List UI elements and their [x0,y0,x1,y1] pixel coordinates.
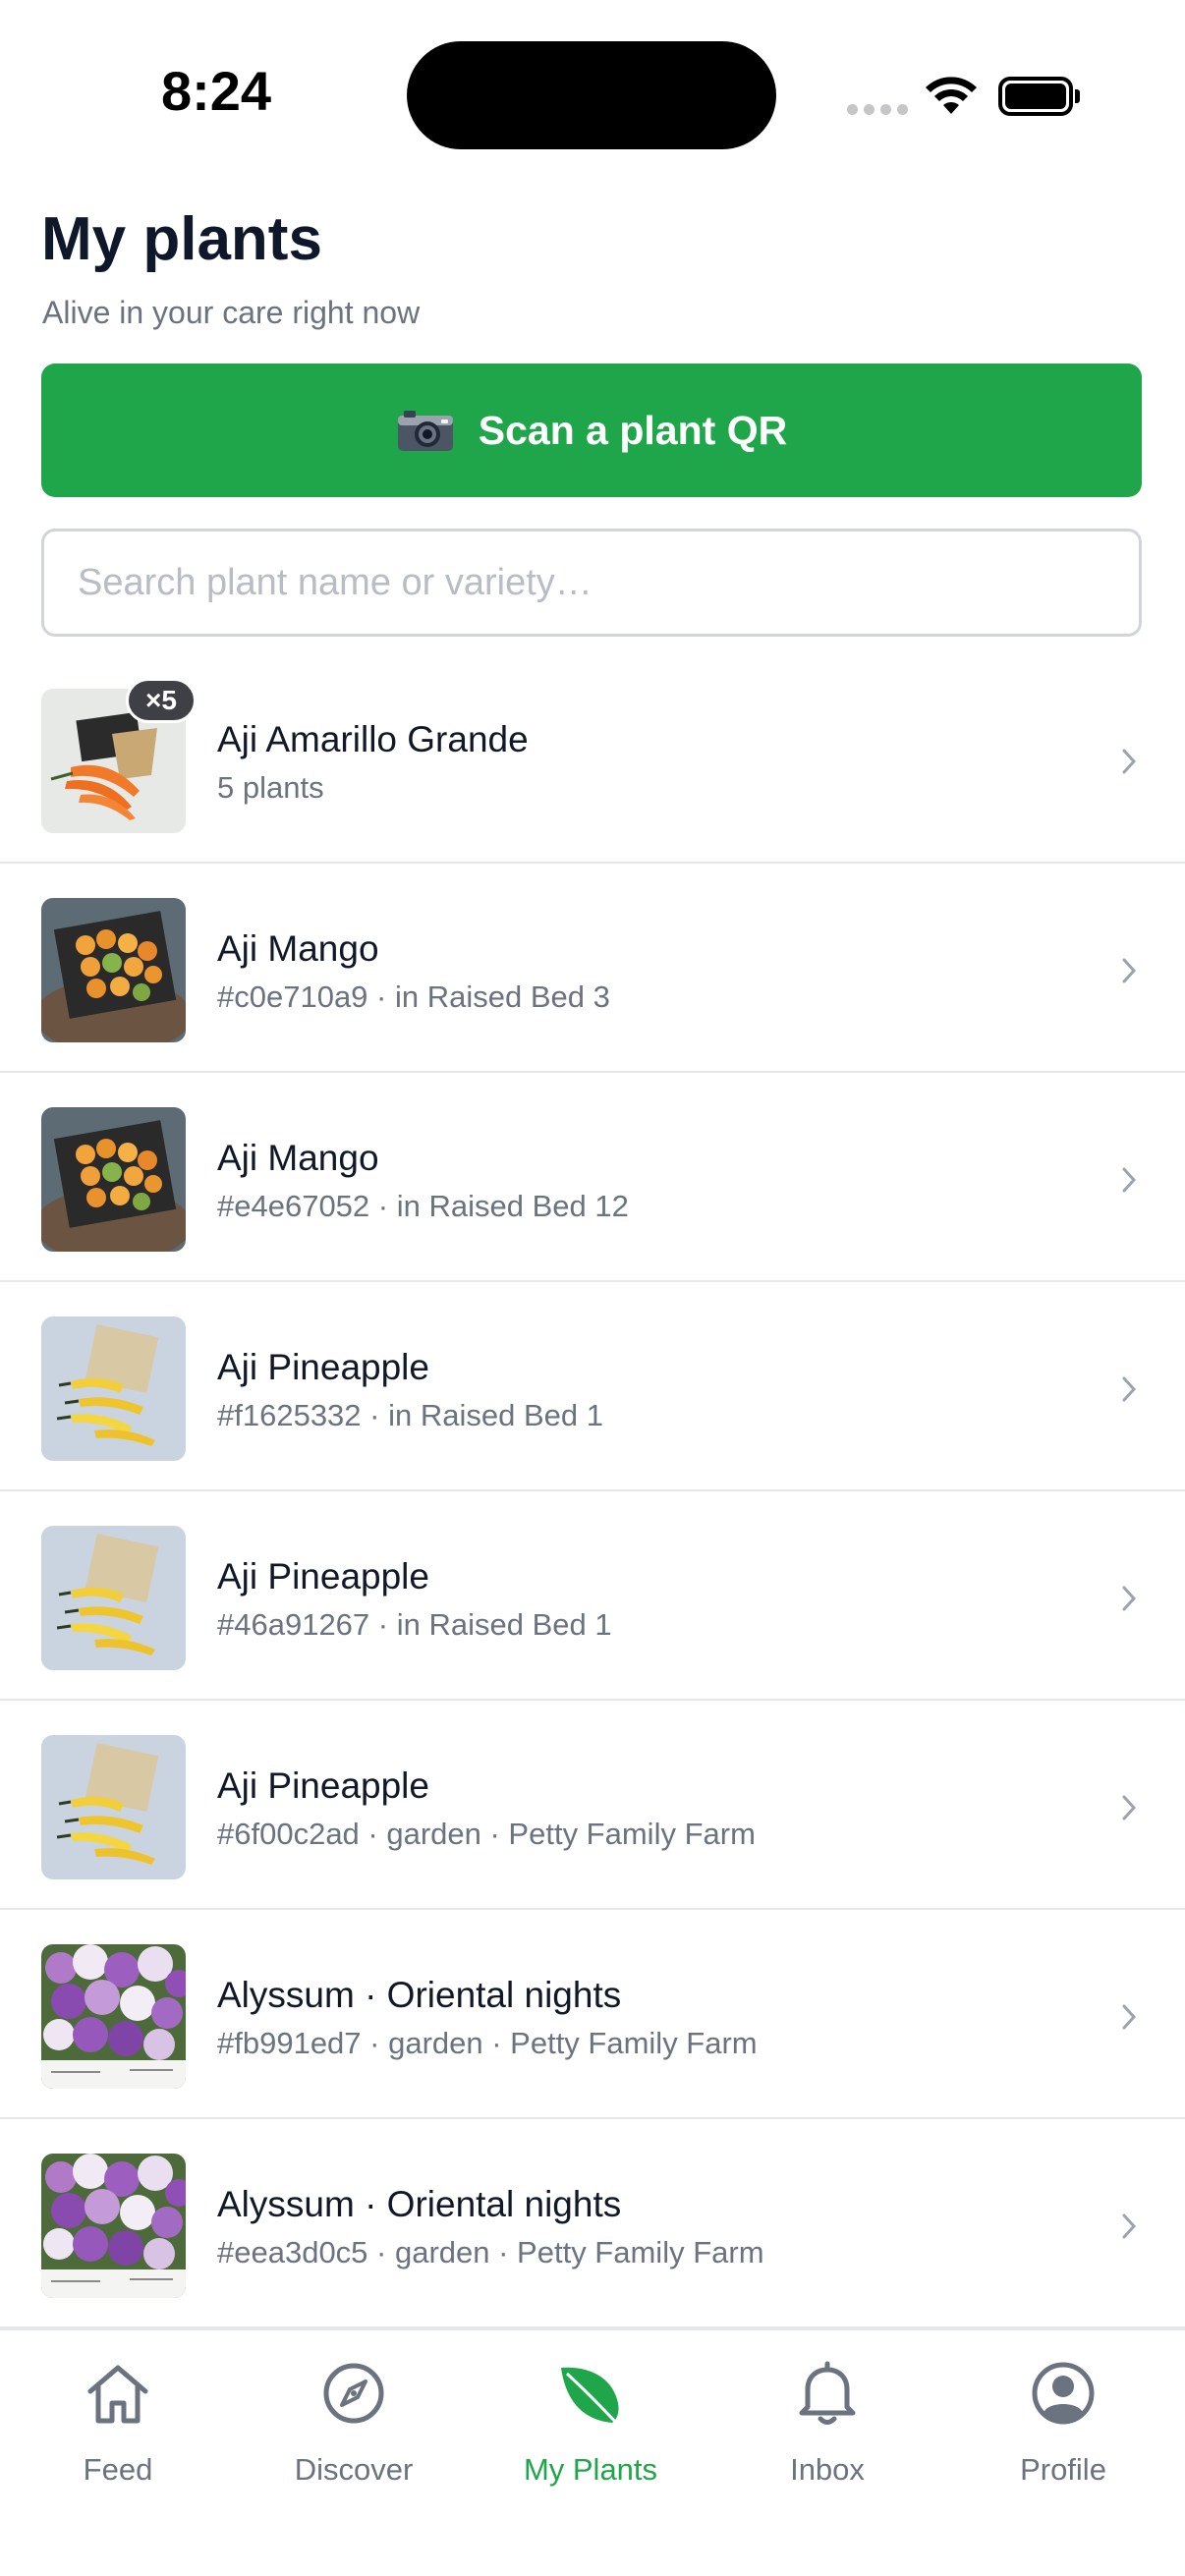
home-icon [87,2365,148,2424]
plant-name: Aji Mango [217,928,379,969]
chevron-right-icon [1122,1376,1137,1402]
plant-thumbnail [41,2154,186,2298]
chevron-right-icon [1122,749,1137,774]
plant-list-item[interactable]: Aji Pineapple #f1625332 · in Raised Bed … [0,1282,1185,1491]
chevron-right-icon [1122,1586,1137,1611]
plant-thumbnail [41,1944,186,2089]
plant-thumbnail [41,1107,186,1252]
compass-icon [323,2363,384,2424]
plant-detail: #6f00c2ad · garden · Petty Family Farm [217,1817,756,1851]
leaf-icon [561,2367,620,2427]
wifi-icon [926,77,977,114]
tab-bar: Feed Discover My Plants Inbox Profile [0,2328,1185,2576]
plant-detail: #e4e67052 · in Raised Bed 12 [217,1189,629,1223]
chevron-right-icon [1122,958,1137,983]
plant-thumbnail [41,1526,186,1670]
camera-icon [397,411,453,451]
tab-discover[interactable]: Discover [255,2350,452,2488]
chevron-right-icon [1122,2213,1137,2239]
plant-list-item[interactable]: Aji Pineapple #6f00c2ad · garden · Petty… [0,1701,1185,1910]
plant-detail: #fb991ed7 · garden · Petty Family Farm [217,2026,758,2060]
plant-thumbnail [41,1316,186,1461]
dynamic-island [407,41,776,149]
plant-list-item[interactable]: Aji Mango #e4e67052 · in Raised Bed 12 [0,1073,1185,1282]
plant-detail: #46a91267 · in Raised Bed 1 [217,1607,612,1642]
chevron-right-icon [1122,1795,1137,1820]
plant-name: Aji Pineapple [217,1556,429,1596]
plant-list-item[interactable]: ×5 Aji Amarillo Grande 5 plants [0,654,1185,864]
plant-list-item[interactable]: Aji Pineapple #46a91267 · in Raised Bed … [0,1491,1185,1701]
plant-count-badge: ×5 [126,678,197,723]
user-circle-icon [1032,2362,1095,2425]
cellular-signal-icon [847,104,908,118]
plant-name: Aji Mango [217,1138,379,1178]
bell-icon [799,2361,856,2425]
plant-name: Alyssum · Oriental nights [217,2184,622,2224]
plant-name: Aji Amarillo Grande [217,719,529,759]
plant-list-item[interactable]: Alyssum · Oriental nights #fb991ed7 · ga… [0,1910,1185,2119]
plant-name: Aji Pineapple [217,1765,429,1806]
page-subtitle: Alive in your care right now [42,295,421,330]
tab-inbox[interactable]: Inbox [729,2350,926,2488]
plant-list-item[interactable]: Alyssum · Oriental nights #eea3d0c5 · ga… [0,2119,1185,2328]
tab-label: Inbox [790,2452,865,2487]
scan-button-label: Scan a plant QR [478,407,788,453]
tab-label: Feed [83,2452,153,2487]
plant-detail: #f1625332 · in Raised Bed 1 [217,1398,603,1432]
tab-label: Profile [1020,2452,1106,2487]
scan-plant-qr-button[interactable]: Scan a plant QR [41,364,1142,497]
plant-detail: #eea3d0c5 · garden · Petty Family Farm [217,2235,764,2269]
chevron-right-icon [1122,2004,1137,2030]
tab-label: My Plants [523,2452,658,2487]
plant-list-item[interactable]: Aji Mango #c0e710a9 · in Raised Bed 3 [0,864,1185,1073]
page-title: My plants [41,205,322,273]
plant-thumbnail [41,898,186,1042]
tab-label: Discover [294,2452,414,2487]
plant-detail: 5 plants [217,770,324,805]
plant-name: Alyssum · Oriental nights [217,1975,622,2015]
plant-list: ×5 Aji Amarillo Grande 5 plants Aji Mang… [0,654,1185,2328]
plant-name: Aji Pineapple [217,1347,429,1387]
status-bar: 8:24 [0,0,1185,177]
status-time: 8:24 [160,60,272,122]
tab-feed[interactable]: Feed [20,2350,216,2488]
chevron-right-icon [1122,1167,1137,1193]
plant-detail: #c0e710a9 · in Raised Bed 3 [217,980,610,1014]
tab-my-plants[interactable]: My Plants [492,2350,689,2488]
plant-thumbnail [41,1735,186,1879]
tab-profile[interactable]: Profile [965,2350,1161,2488]
battery-icon [998,77,1080,116]
search-input[interactable] [41,529,1142,637]
